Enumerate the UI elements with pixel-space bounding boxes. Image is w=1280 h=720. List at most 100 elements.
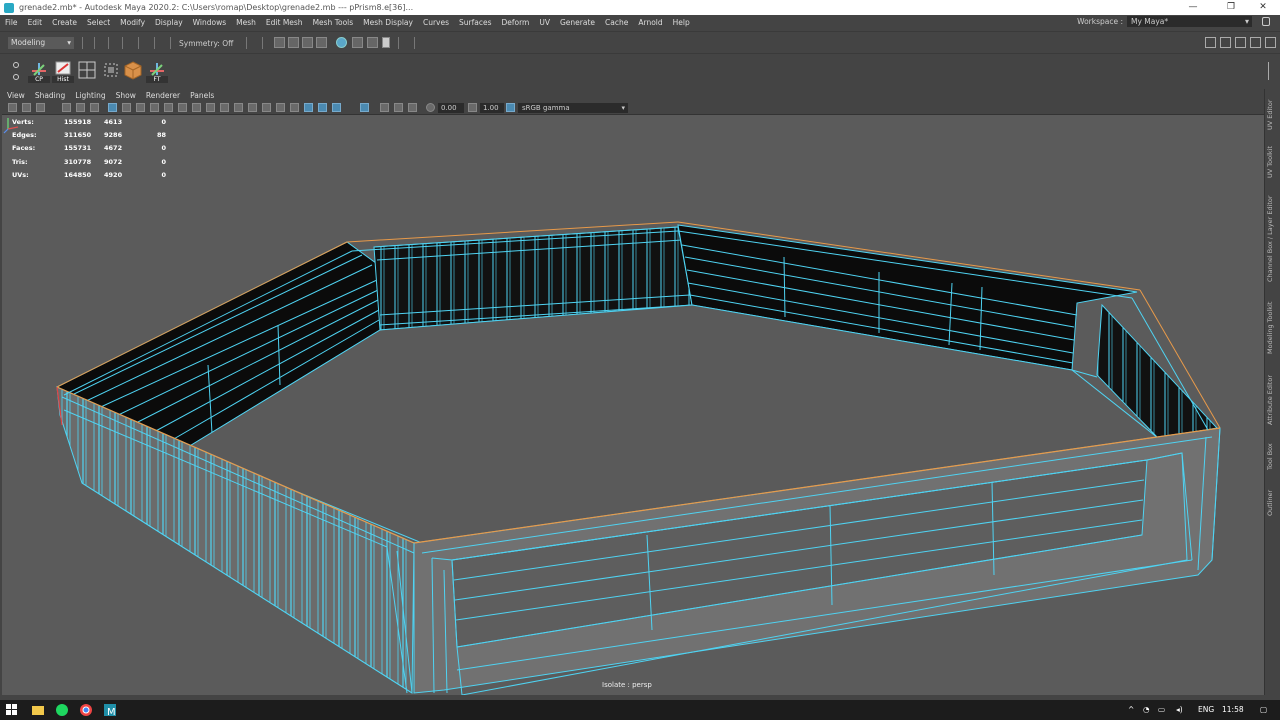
collapse-handle[interactable] [262, 37, 264, 49]
grid-toggle-icon[interactable] [108, 103, 117, 112]
shelf-button-box[interactable] [100, 59, 122, 81]
tab-modeling-toolkit[interactable]: Modeling Toolkit [1266, 295, 1280, 361]
menu-mesh[interactable]: Mesh [231, 18, 261, 27]
shelf-handle[interactable] [12, 60, 19, 82]
tool-settings-icon[interactable] [367, 37, 378, 48]
color-management-icon[interactable] [506, 103, 515, 112]
menu-edit-mesh[interactable]: Edit Mesh [261, 18, 308, 27]
render-settings-icon[interactable] [316, 37, 327, 48]
close-button[interactable]: ✕ [1246, 0, 1280, 15]
menu-uv[interactable]: UV [534, 18, 555, 27]
exposure-field[interactable]: 0.00 [438, 103, 464, 113]
wireframe-icon[interactable] [206, 103, 215, 112]
panel-menu-panels[interactable]: Panels [185, 91, 219, 100]
panel-menu-renderer[interactable]: Renderer [141, 91, 185, 100]
symmetry-status[interactable]: Symmetry: Off [179, 39, 233, 48]
workspace-dropdown[interactable]: My Maya* [1127, 16, 1252, 27]
render-view-icon[interactable] [352, 37, 363, 48]
motion-blur-icon[interactable] [394, 103, 403, 112]
maximize-button[interactable]: ❐ [1214, 0, 1248, 15]
grease-pencil-icon[interactable] [90, 103, 99, 112]
safe-action-icon[interactable] [178, 103, 187, 112]
collapse-handle[interactable] [108, 37, 110, 49]
file-explorer-icon[interactable] [32, 704, 44, 716]
menu-cache[interactable]: Cache [600, 18, 633, 27]
notifications-icon[interactable]: ▢ [1260, 705, 1267, 714]
network-icon[interactable]: ◔ [1143, 705, 1150, 714]
menu-set-dropdown[interactable]: Modeling [8, 37, 74, 49]
collapse-handle[interactable] [82, 37, 84, 49]
lighting-icon[interactable] [262, 103, 271, 112]
field-chart-icon[interactable] [164, 103, 173, 112]
menu-curves[interactable]: Curves [418, 18, 454, 27]
tray-chevron-icon[interactable]: ^ [1128, 705, 1134, 714]
shelf-button-grid[interactable] [76, 59, 98, 81]
tab-outliner[interactable]: Outliner [1266, 483, 1280, 523]
menu-windows[interactable]: Windows [188, 18, 231, 27]
collapse-handle[interactable] [154, 37, 156, 49]
gate-mask-icon[interactable] [150, 103, 159, 112]
sidebar-toggle-icon[interactable] [1205, 37, 1216, 48]
collapse-handle[interactable] [246, 37, 248, 49]
tool-settings-toggle-icon[interactable] [1235, 37, 1246, 48]
collapse-handle[interactable] [94, 37, 96, 49]
hud-toggle-icon[interactable] [360, 103, 369, 112]
resolution-gate-icon[interactable] [136, 103, 145, 112]
lock-icon[interactable] [1262, 17, 1270, 26]
maya-taskbar-icon[interactable]: M [104, 704, 116, 716]
shadows-icon[interactable] [276, 103, 285, 112]
onedrive-icon[interactable]: ▭ [1158, 705, 1165, 714]
tab-attribute-editor[interactable]: Attribute Editor [1266, 369, 1280, 431]
depth-of-field-icon[interactable] [408, 103, 417, 112]
render-icon[interactable] [274, 37, 285, 48]
menu-display[interactable]: Display [150, 18, 188, 27]
menu-select[interactable]: Select [82, 18, 115, 27]
menu-create[interactable]: Create [47, 18, 82, 27]
shelf-button-uv[interactable] [122, 59, 144, 81]
menu-surfaces[interactable]: Surfaces [454, 18, 496, 27]
menu-mesh-tools[interactable]: Mesh Tools [308, 18, 359, 27]
wireframe-on-shaded-icon[interactable] [234, 103, 243, 112]
modeling-toolkit-toggle-icon[interactable] [1265, 37, 1276, 48]
render-sequence-icon[interactable] [288, 37, 299, 48]
isolate-select-icon[interactable] [332, 103, 341, 112]
windows-start-icon[interactable] [6, 704, 18, 716]
menu-help[interactable]: Help [668, 18, 695, 27]
ambient-occlusion-icon[interactable] [290, 103, 299, 112]
panel-menu-shading[interactable]: Shading [30, 91, 70, 100]
spotify-icon[interactable] [56, 704, 68, 716]
shelf-button-hist[interactable]: Hist [52, 59, 74, 83]
select-camera-icon[interactable] [8, 103, 17, 112]
minimize-button[interactable]: — [1176, 0, 1210, 15]
menu-deform[interactable]: Deform [496, 18, 534, 27]
gamma-icon[interactable] [468, 103, 477, 112]
shelf-scroll-icon[interactable] [1268, 62, 1274, 80]
menu-file[interactable]: File [0, 18, 23, 27]
shelf-button-ft[interactable]: FT [146, 59, 168, 83]
hypershade-icon[interactable] [336, 37, 347, 48]
xray-joints-icon[interactable] [318, 103, 327, 112]
smooth-shade-icon[interactable] [220, 103, 229, 112]
xray-icon[interactable] [304, 103, 313, 112]
image-plane-icon[interactable] [62, 103, 71, 112]
collapse-handle[interactable] [414, 37, 416, 49]
exposure-icon[interactable] [426, 103, 435, 112]
channel-box-toggle-icon[interactable] [1250, 37, 1261, 48]
attribute-editor-toggle-icon[interactable] [1220, 37, 1231, 48]
menu-mesh-display[interactable]: Mesh Display [358, 18, 418, 27]
panel-menu-view[interactable]: View [2, 91, 30, 100]
shelf-button-cp[interactable]: CP [28, 59, 50, 83]
clock[interactable]: 11:58 [1222, 705, 1244, 714]
two-d-pan-icon[interactable] [76, 103, 85, 112]
panel-menu-show[interactable]: Show [111, 91, 141, 100]
ipr-render-icon[interactable] [302, 37, 313, 48]
pause-icon[interactable] [382, 37, 390, 48]
collapse-handle[interactable] [170, 37, 172, 49]
multisample-icon[interactable] [380, 103, 389, 112]
chrome-icon[interactable] [80, 704, 92, 716]
safe-title-icon[interactable] [192, 103, 201, 112]
tab-uv-editor[interactable]: UV Editor [1266, 95, 1280, 135]
language-indicator[interactable]: ENG [1198, 705, 1214, 714]
viewport-persp[interactable]: Verts: 155918 4613 0 Edges: 311650 9286 … [2, 115, 1264, 695]
camera-attributes-icon[interactable] [22, 103, 31, 112]
